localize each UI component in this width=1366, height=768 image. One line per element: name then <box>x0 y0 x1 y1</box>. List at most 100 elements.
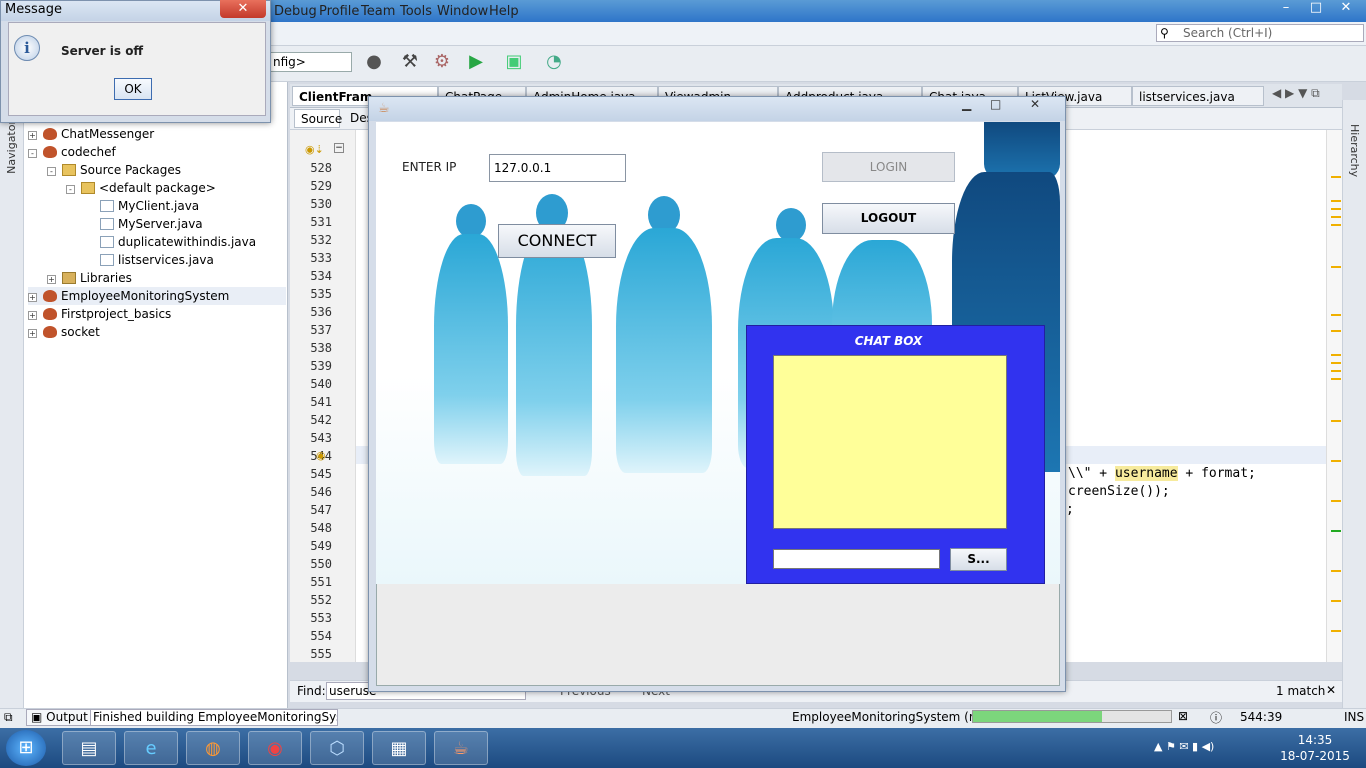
menu-tools[interactable]: Tools <box>400 4 432 19</box>
line-number: 542 <box>310 413 332 427</box>
menu-profile[interactable]: Profile <box>319 4 359 19</box>
expander-icon[interactable]: + <box>28 293 37 302</box>
clock[interactable]: 14:35 18-07-2015 <box>1270 732 1360 764</box>
tree-item[interactable]: MyClient.java <box>28 197 286 215</box>
window-icon[interactable]: ⧉ <box>4 710 13 725</box>
expander-icon[interactable]: - <box>47 167 56 176</box>
line-number: 533 <box>310 251 332 265</box>
profile-icon[interactable]: ◔ <box>542 50 566 74</box>
java-icon: ☕ <box>378 101 390 116</box>
tree-item[interactable]: listservices.java <box>28 251 286 269</box>
tree-item[interactable]: - Source Packages <box>28 161 286 179</box>
fold-icon[interactable]: − <box>334 143 344 153</box>
chat-box-title: CHAT BOX <box>854 334 923 348</box>
close-icon[interactable]: ✕ <box>1332 0 1360 18</box>
project-icon <box>43 128 57 140</box>
chat-message-input[interactable] <box>773 549 940 569</box>
source-tab[interactable]: Source <box>294 109 342 128</box>
line-number: 540 <box>310 377 332 391</box>
firefox-icon[interactable]: ◍ <box>186 731 240 765</box>
hammer-icon[interactable]: ⚒ <box>398 50 422 74</box>
expander-icon[interactable]: + <box>28 329 37 338</box>
expander-icon[interactable]: + <box>28 131 37 140</box>
tree-item[interactable]: - codechef <box>28 143 286 161</box>
project-icon <box>43 308 57 320</box>
output-tab[interactable]: ▣ Output <box>26 709 93 726</box>
globe-icon[interactable]: ● <box>362 50 386 74</box>
desktop-app-icon[interactable]: ▦ <box>372 731 426 765</box>
client-maximize-icon[interactable]: □ <box>990 97 1001 111</box>
tab-listservices[interactable]: listservices.java <box>1132 86 1264 106</box>
line-number: 553 <box>310 611 332 625</box>
java-app-icon[interactable]: ☕ <box>434 731 488 765</box>
library-icon <box>62 272 76 284</box>
ok-button[interactable]: OK <box>114 78 152 100</box>
client-close-icon[interactable]: ✕ <box>1030 97 1040 111</box>
minimize-icon[interactable]: – <box>1272 0 1300 18</box>
search-input[interactable]: Search (Ctrl+I) <box>1156 24 1364 42</box>
tree-item[interactable]: + ChatMessenger <box>28 125 286 143</box>
menu-team[interactable]: Team <box>361 4 395 19</box>
tree-item[interactable]: - <default package> <box>28 179 286 197</box>
menu-window[interactable]: Window <box>437 4 488 19</box>
tree-item-label: EmployeeMonitoringSystem <box>61 289 230 303</box>
line-number: 535 <box>310 287 332 301</box>
client-minimize-icon[interactable]: ▁ <box>962 97 971 111</box>
chat-messages-area[interactable] <box>773 355 1007 529</box>
run-icon[interactable]: ▶ <box>464 50 488 74</box>
expander-icon[interactable]: + <box>47 275 56 284</box>
dialog-message: Server is off <box>61 44 144 58</box>
line-number: 550 <box>310 557 332 571</box>
config-combo[interactable]: nfig> <box>270 52 352 72</box>
line-number: 541 <box>310 395 332 409</box>
debug-icon[interactable]: ▣ <box>502 50 526 74</box>
tree-item[interactable]: MyServer.java <box>28 215 286 233</box>
start-button[interactable]: ⊞ <box>6 730 46 766</box>
line-number: 549 <box>310 539 332 553</box>
project-tree: + ChatMessenger - codechef - Source Packages -… <box>28 125 286 341</box>
menu-help[interactable]: Help <box>489 4 519 19</box>
hint-icon[interactable]: ◉⇣ <box>305 143 324 156</box>
expander-icon[interactable]: - <box>66 185 75 194</box>
match-count: 1 match <box>1276 684 1326 698</box>
java-file-icon <box>100 218 114 230</box>
lightbulb-icon[interactable]: ◉ <box>316 449 326 462</box>
expander-icon[interactable]: - <box>28 149 37 158</box>
line-number: 537 <box>310 323 332 337</box>
tree-item-label: duplicatewithindis.java <box>118 235 257 249</box>
package-folder-icon <box>62 164 76 176</box>
clean-build-icon[interactable]: ⚙ <box>430 50 454 74</box>
send-button[interactable]: S... <box>950 548 1007 571</box>
explorer-icon[interactable]: ▤ <box>62 731 116 765</box>
login-button[interactable]: LOGIN <box>822 152 955 182</box>
notification-icon[interactable]: ⓘ <box>1210 709 1222 726</box>
hierarchy-label[interactable]: Hierarchy <box>1348 124 1361 177</box>
stop-icon[interactable]: ⊠ <box>1178 709 1188 723</box>
menu-debug[interactable]: Debug <box>274 4 317 19</box>
project-icon <box>43 146 57 158</box>
virtualbox-icon[interactable]: ⬡ <box>310 731 364 765</box>
connect-button[interactable]: CONNECT <box>498 224 616 258</box>
logout-button[interactable]: LOGOUT <box>822 203 955 234</box>
maximize-icon[interactable]: □ <box>1302 0 1330 18</box>
navigator-label[interactable]: Navigator <box>5 120 18 174</box>
tab-scroll-icon[interactable]: ◀ ▶ ▼ ⧉ <box>1272 86 1320 101</box>
find-close-icon[interactable]: ✕ <box>1326 683 1336 697</box>
chrome-icon[interactable]: ◉ <box>248 731 302 765</box>
tree-item-label: Firstproject_basics <box>61 307 172 321</box>
expander-icon[interactable]: + <box>28 311 37 320</box>
line-number: 531 <box>310 215 332 229</box>
code-line-547: ; <box>1066 502 1074 517</box>
line-number: 543 <box>310 431 332 445</box>
dialog-close-button[interactable]: ✕ <box>220 0 266 18</box>
tree-item[interactable]: + Libraries <box>28 269 286 287</box>
code-line-546: creenSize()); <box>1068 484 1170 499</box>
tray-icons[interactable]: ▲ ⚑ ✉ ▮ ◀) <box>1154 740 1214 753</box>
hierarchy-strip <box>1342 100 1366 708</box>
tree-item[interactable]: + socket <box>28 323 286 341</box>
ie-icon[interactable]: e <box>124 731 178 765</box>
tree-item[interactable]: + EmployeeMonitoringSystem <box>28 287 286 305</box>
ip-input[interactable]: 127.0.0.1 <box>489 154 626 182</box>
tree-item[interactable]: duplicatewithindis.java <box>28 233 286 251</box>
tree-item[interactable]: + Firstproject_basics <box>28 305 286 323</box>
